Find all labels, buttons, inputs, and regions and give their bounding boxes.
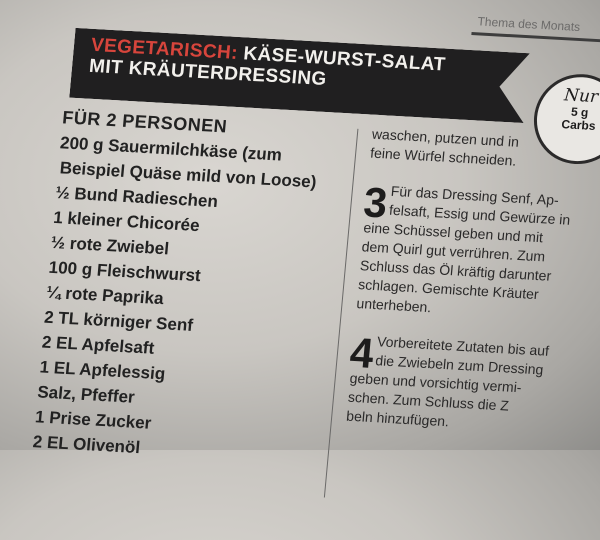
section-tag: Thema des Monats [476,14,581,35]
step-number: 3 [361,178,390,227]
step-3: 3 Für das Dressing Senf, Ap- felsaft, Es… [356,178,600,326]
step-number: 4 [348,328,376,377]
magazine-page: Thema des Monats VEGETARISCH: KÄSE-WURST… [0,0,600,540]
instructions-column: waschen, putzen und in feine Würfel schn… [344,125,600,458]
step-4: 4 Vorbereitete Zutaten bis auf die Zwieb… [345,328,600,440]
ingredients-list: FÜR 2 PERSONEN 200 g Sauermilchkäse (zum… [32,105,363,471]
badge-unit: Carbs [560,117,597,134]
header-rule [471,32,600,43]
